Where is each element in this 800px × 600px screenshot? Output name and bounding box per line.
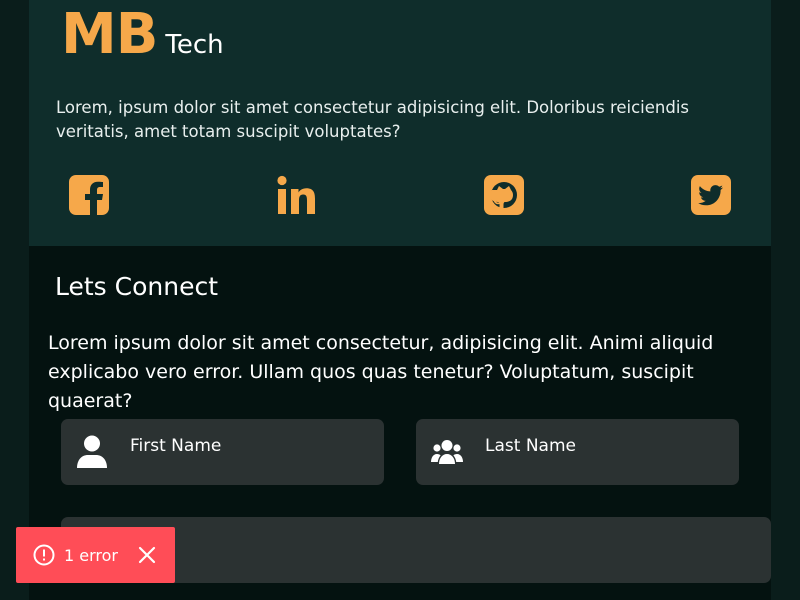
users-icon [430, 434, 464, 470]
linkedin-link[interactable] [275, 174, 317, 216]
brand-panel: MB Tech Lorem, ipsum dolor sit amet cons… [29, 0, 771, 246]
page-gutter-left [0, 0, 29, 600]
logo[interactable]: MB Tech [61, 2, 224, 67]
error-toast[interactable]: 1 error [16, 527, 175, 583]
first-name-placeholder: First Name [130, 436, 222, 456]
github-link[interactable] [483, 174, 525, 216]
last-name-placeholder: Last Name [485, 436, 576, 456]
logo-sub-text: Tech [165, 30, 224, 60]
github-icon [483, 175, 524, 215]
user-icon [75, 434, 109, 470]
connect-title: Lets Connect [55, 272, 219, 301]
social-links [68, 174, 732, 216]
facebook-link[interactable] [68, 174, 110, 216]
error-count: 1 error [64, 546, 118, 565]
page-gutter-right [771, 0, 800, 600]
close-icon[interactable] [137, 545, 157, 565]
brand-description: Lorem, ipsum dolor sit amet consectetur … [56, 98, 690, 141]
twitter-icon [690, 175, 731, 215]
twitter-link[interactable] [690, 174, 732, 216]
logo-main-text: MB [61, 2, 158, 67]
first-name-field[interactable]: First Name [61, 419, 384, 485]
connect-description: Lorem ipsum dolor sit amet consectetur, … [48, 332, 714, 412]
alert-circle-icon [33, 544, 55, 566]
last-name-field[interactable]: Last Name [416, 419, 739, 485]
facebook-icon [69, 175, 109, 215]
linkedin-icon [277, 175, 316, 214]
